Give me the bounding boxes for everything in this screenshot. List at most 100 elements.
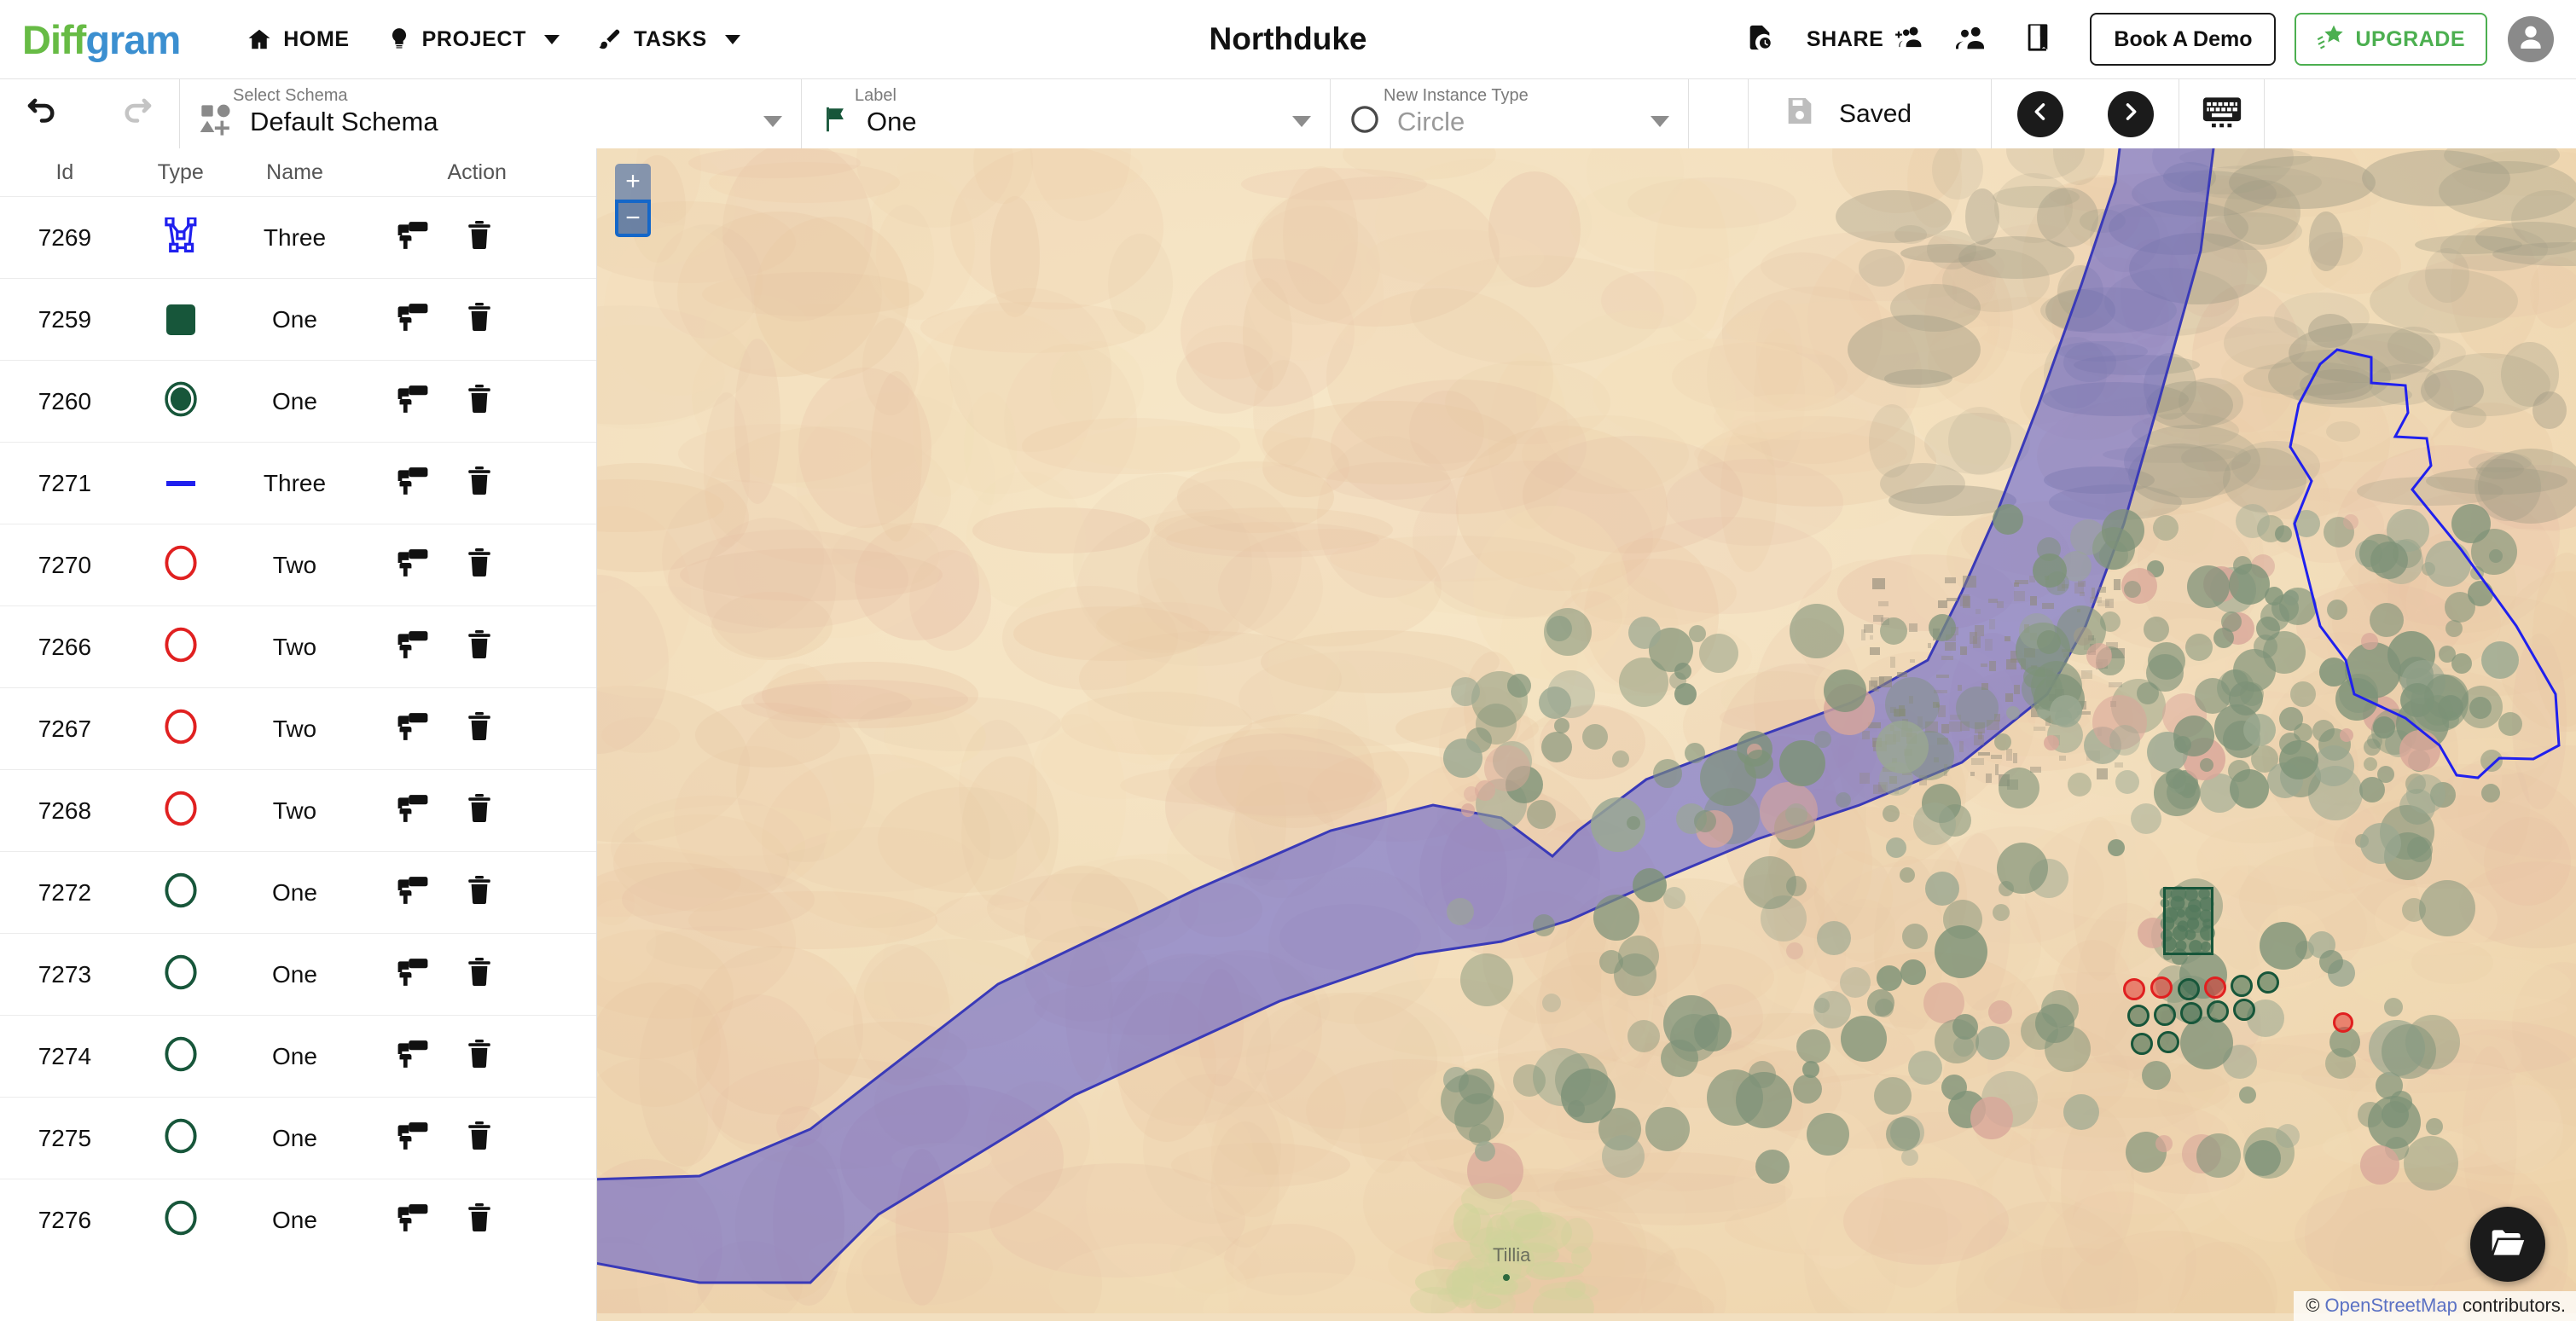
annotation-circle[interactable] [2233, 999, 2255, 1021]
cell-type [130, 1036, 232, 1076]
paint-roller-icon[interactable] [397, 792, 429, 829]
table-row[interactable]: 7266 Two [0, 605, 596, 687]
diffgram-logo[interactable]: Diffgram [22, 16, 181, 62]
trash-icon[interactable] [465, 383, 494, 420]
trash-icon[interactable] [465, 874, 494, 911]
table-row[interactable]: 7269 Three [0, 196, 596, 278]
schema-select[interactable]: Select Schema Default Schema [180, 79, 802, 148]
trash-icon[interactable] [465, 1202, 494, 1238]
keyboard-shortcuts-button[interactable] [2179, 79, 2265, 148]
trash-icon[interactable] [465, 629, 494, 665]
annotation-circle[interactable] [2154, 1004, 2176, 1026]
redo-button[interactable] [114, 91, 160, 137]
paint-roller-icon[interactable] [397, 301, 429, 338]
trash-icon[interactable] [465, 219, 494, 256]
cell-id: 7273 [38, 960, 92, 988]
cell-name: Three [263, 223, 327, 251]
annotation-circle[interactable] [2231, 975, 2253, 997]
undo-button[interactable] [19, 91, 65, 137]
avatar[interactable] [2508, 16, 2554, 62]
file-history-button[interactable] [1726, 13, 1793, 66]
annotation-circle[interactable] [2180, 1002, 2202, 1024]
annotation-circle[interactable] [2204, 976, 2226, 999]
paint-roller-icon[interactable] [397, 1038, 429, 1075]
annotation-circle[interactable] [2131, 1033, 2153, 1055]
table-row[interactable]: 7271 Three [0, 442, 596, 524]
zoom-in-button[interactable]: + [615, 164, 651, 200]
table-row[interactable]: 7273 One [0, 933, 596, 1015]
cell-type [130, 545, 232, 585]
next-file-button[interactable] [2107, 90, 2154, 137]
line-icon [165, 480, 195, 486]
table-row[interactable]: 7274 One [0, 1015, 596, 1097]
table-row[interactable]: 7275 One [0, 1097, 596, 1179]
chevron-left-icon [2028, 100, 2052, 128]
home-icon [247, 26, 272, 52]
annotation-circle[interactable] [2257, 971, 2279, 994]
table-row[interactable]: 7272 One [0, 851, 596, 933]
trash-icon[interactable] [465, 1120, 494, 1156]
zoom-controls: + − [615, 164, 651, 237]
trash-icon[interactable] [465, 547, 494, 583]
nav-project-label: PROJECT [421, 26, 526, 51]
table-row[interactable]: 7260 One [0, 360, 596, 442]
trash-icon[interactable] [465, 301, 494, 338]
annotation-circle[interactable] [2178, 978, 2200, 1000]
trash-icon[interactable] [465, 465, 494, 501]
table-row[interactable]: 7276 One [0, 1179, 596, 1260]
annotation-circle[interactable] [2150, 976, 2173, 999]
previous-file-button[interactable] [2016, 90, 2063, 137]
paint-roller-icon[interactable] [397, 1202, 429, 1238]
table-row[interactable]: 7268 Two [0, 769, 596, 851]
cell-id: 7275 [38, 1124, 92, 1151]
paint-roller-icon[interactable] [397, 629, 429, 665]
file-nav-group [1992, 79, 2179, 148]
nav-project[interactable]: PROJECT [368, 13, 578, 66]
nav-home-label: HOME [283, 26, 350, 51]
save-status[interactable]: Saved [1749, 79, 1992, 148]
openstreetmap-link[interactable]: OpenStreetMap [2325, 1295, 2457, 1316]
label-select[interactable]: Label One [802, 79, 1331, 148]
share-button[interactable]: SHARE [1793, 13, 1939, 66]
trash-icon[interactable] [465, 710, 494, 747]
paint-roller-icon[interactable] [397, 1120, 429, 1156]
upgrade-button[interactable]: UPGRADE [2295, 13, 2487, 66]
paint-roller-icon[interactable] [397, 219, 429, 256]
redo-icon [119, 94, 156, 134]
table-row[interactable]: 7270 Two [0, 524, 596, 605]
trash-icon[interactable] [465, 956, 494, 993]
nav-tasks[interactable]: TASKS [578, 13, 759, 66]
column-header-id: Id [55, 159, 74, 184]
paint-roller-icon[interactable] [397, 547, 429, 583]
logo-text-first: Diff [22, 16, 86, 62]
trash-icon[interactable] [465, 792, 494, 829]
paint-roller-icon[interactable] [397, 874, 429, 911]
circle-icon [164, 1200, 198, 1240]
table-row[interactable]: 7267 Two [0, 687, 596, 769]
table-row[interactable]: 7259 One [0, 278, 596, 360]
paint-roller-icon[interactable] [397, 465, 429, 501]
guide-button[interactable] [2005, 13, 2071, 66]
book-a-demo-button[interactable]: Book A Demo [2090, 13, 2277, 66]
members-button[interactable] [1938, 13, 2005, 66]
annotation-circle[interactable] [2123, 978, 2145, 1000]
paint-roller-icon[interactable] [397, 710, 429, 747]
annotation-box[interactable] [2163, 887, 2213, 955]
zoom-out-button[interactable]: − [615, 200, 651, 237]
cell-type [130, 217, 232, 258]
annotation-circle[interactable] [2207, 1000, 2229, 1023]
nav-home[interactable]: HOME [228, 13, 368, 66]
paint-roller-icon[interactable] [397, 956, 429, 993]
paint-roller-icon[interactable] [397, 383, 429, 420]
open-files-button[interactable] [2470, 1207, 2545, 1282]
circle-icon [164, 954, 198, 994]
cell-type [130, 1200, 232, 1240]
annotation-circle[interactable] [2157, 1031, 2179, 1053]
annotation-circle[interactable] [2333, 1012, 2353, 1033]
cell-type [130, 381, 232, 421]
map-canvas[interactable]: + − Tillia © OpenStreetMap contributors. [597, 148, 2576, 1321]
instance-type-select[interactable]: New Instance Type Circle [1331, 79, 1689, 148]
annotation-circle[interactable] [2127, 1005, 2150, 1027]
trash-icon[interactable] [465, 1038, 494, 1075]
cell-action [357, 956, 596, 993]
